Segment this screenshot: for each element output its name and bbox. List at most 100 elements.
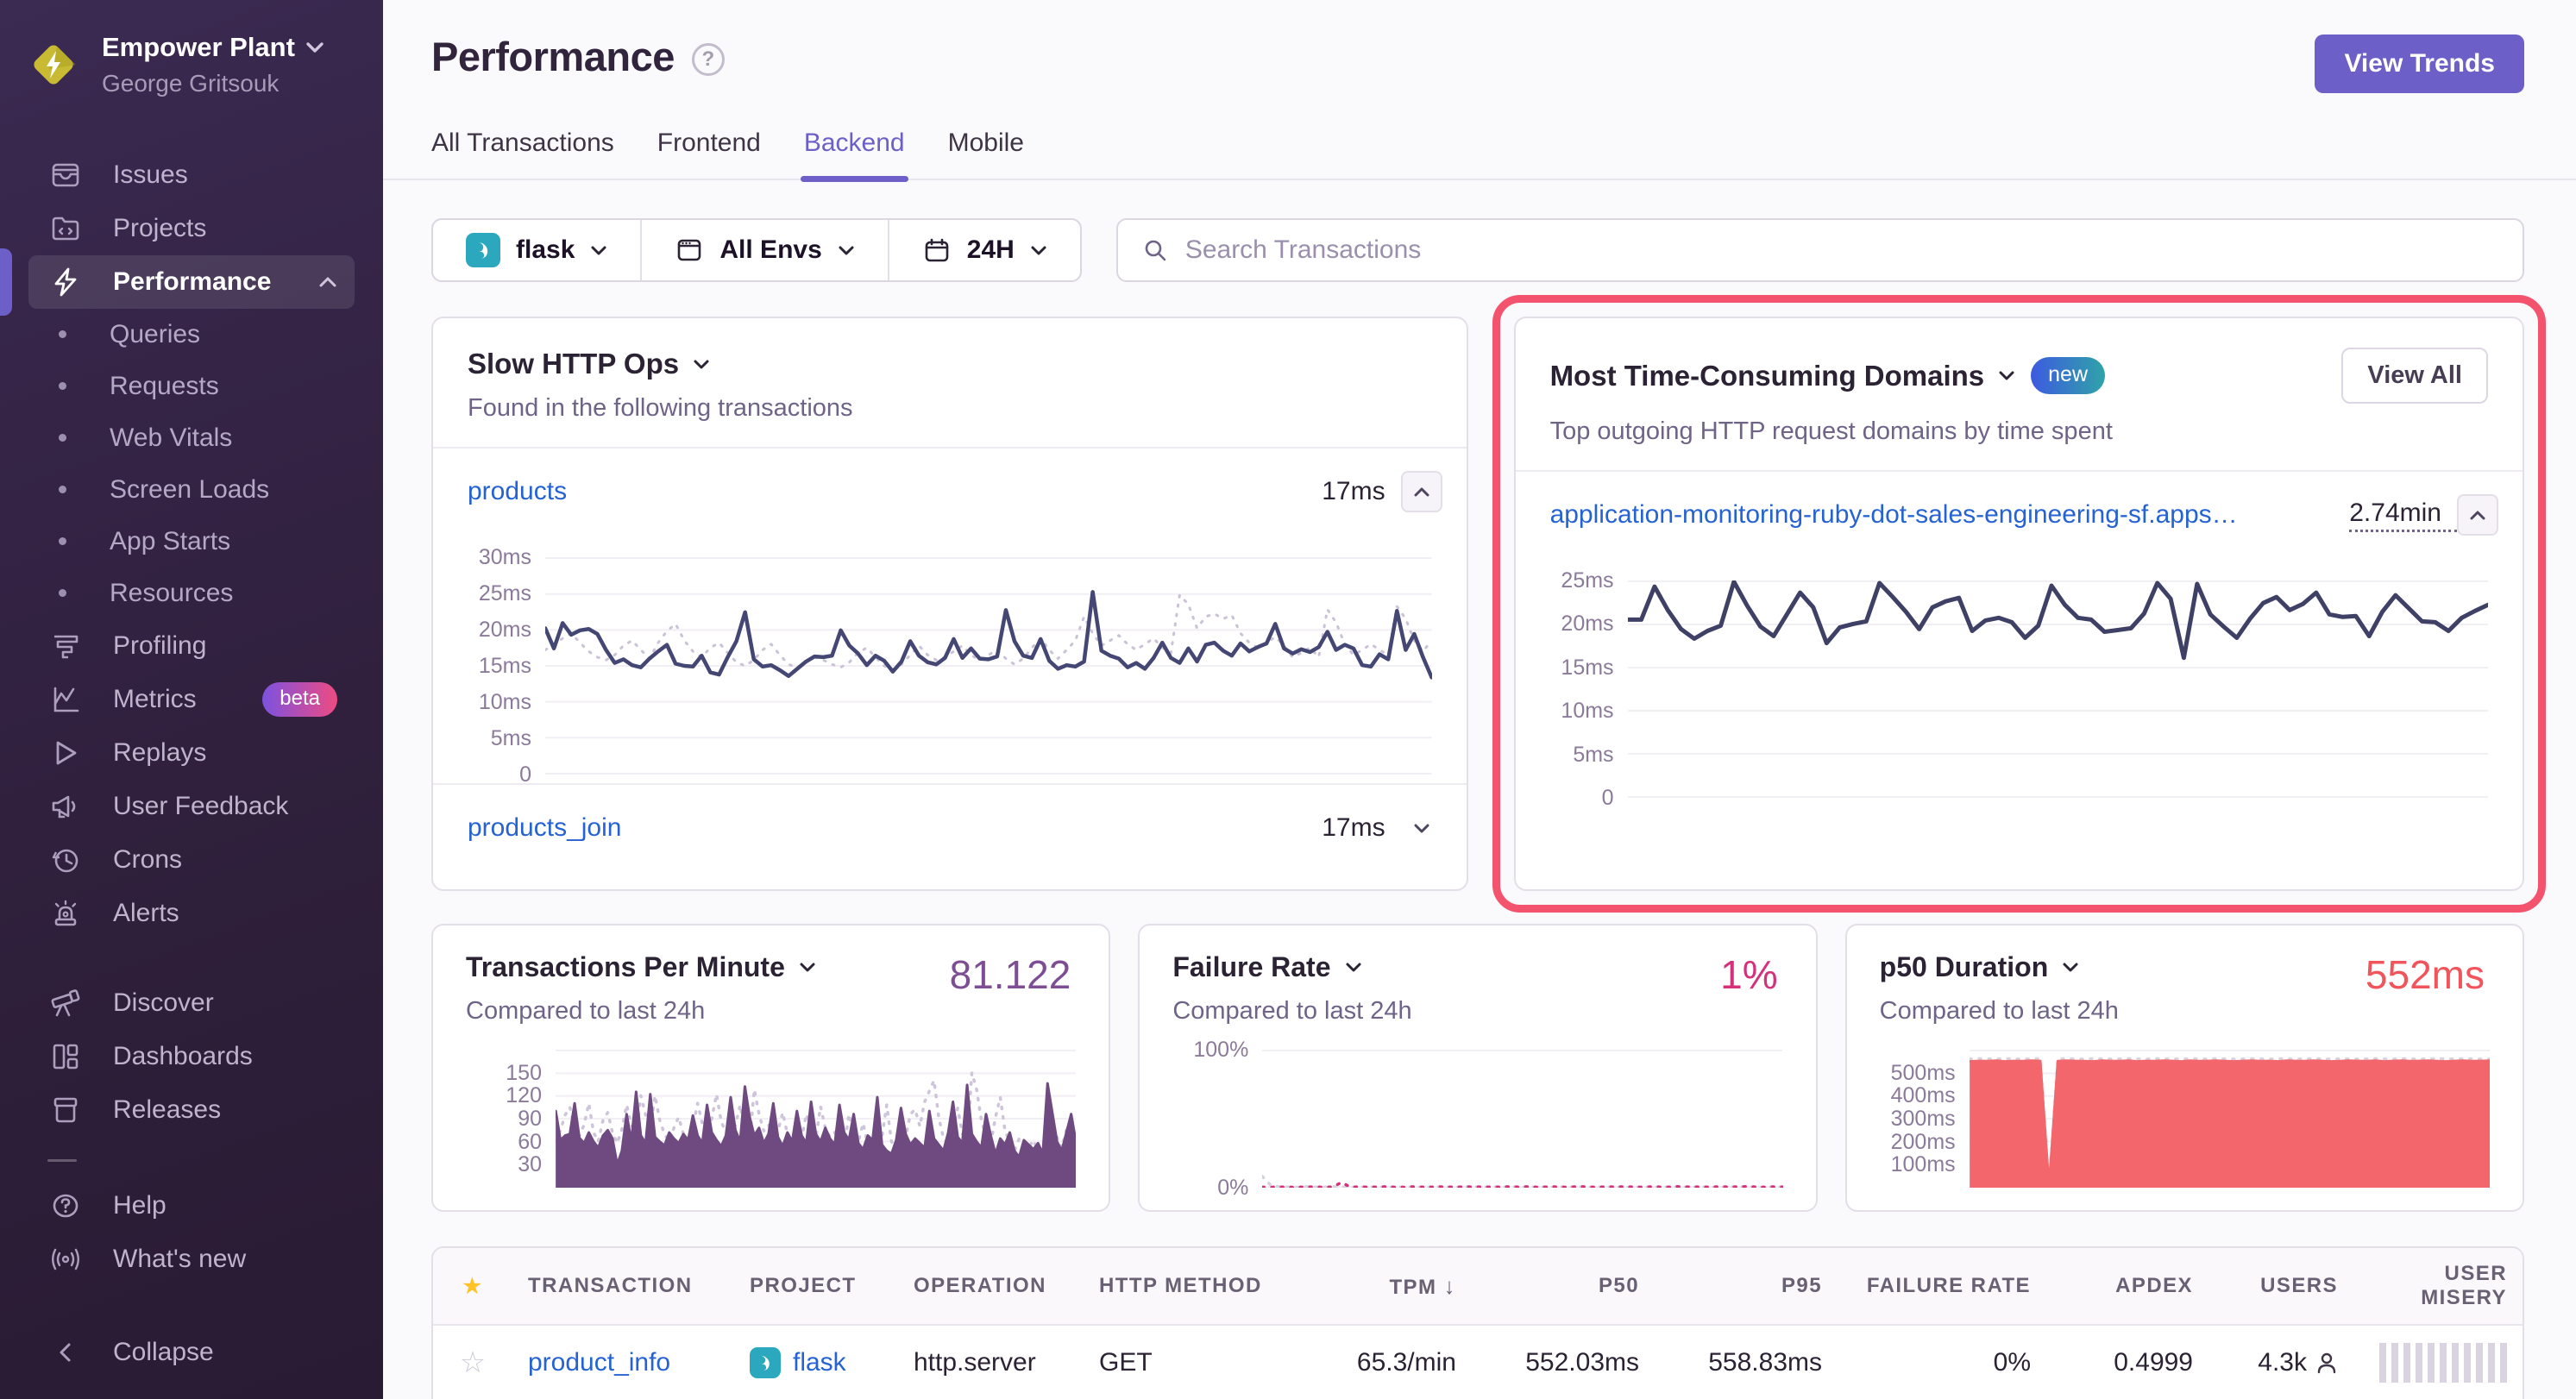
org-switcher[interactable]: Empower Plant George Gritsouk <box>0 0 383 124</box>
sidebar-item-resources[interactable]: Resources <box>28 568 355 619</box>
lightning-icon <box>47 264 84 300</box>
widget-subtitle: Compared to last 24h <box>1880 997 2490 1026</box>
project-filter[interactable]: flask <box>433 220 640 280</box>
tab-backend[interactable]: Backend <box>804 129 905 179</box>
sidebar-item-requests[interactable]: Requests <box>28 361 355 412</box>
col-users[interactable]: USERS <box>2208 1274 2353 1298</box>
page-help-icon[interactable]: ? <box>692 43 725 76</box>
failure-rate-cell: 0% <box>1838 1348 2046 1377</box>
sidebar-item-metrics[interactable]: Metrics beta <box>28 673 355 726</box>
sidebar-item-screen-loads[interactable]: Screen Loads <box>28 464 355 516</box>
y-axis: 100%0% <box>1172 1050 1262 1188</box>
beta-badge: beta <box>262 682 337 717</box>
sidebar-item-label: Performance <box>113 267 271 297</box>
widget-title-text: Transactions Per Minute <box>466 951 785 983</box>
users-cell: 4.3k <box>2208 1348 2353 1377</box>
sidebar-nav: Issues Projects Performance <box>0 124 383 1399</box>
col-transaction[interactable]: TRANSACTION <box>512 1274 734 1298</box>
sidebar-collapse-button[interactable]: Collapse <box>28 1326 355 1379</box>
page-header: Performance ? <box>431 33 2524 80</box>
help-icon <box>47 1188 84 1224</box>
tpm-cell: 65.3/min <box>1286 1348 1472 1377</box>
col-project[interactable]: PROJECT <box>734 1274 898 1298</box>
metrics-icon <box>47 681 84 718</box>
sidebar-item-queries[interactable]: Queries <box>28 309 355 361</box>
sidebar-item-help[interactable]: Help <box>28 1179 355 1233</box>
tpm-value: 81.122 <box>950 951 1071 998</box>
sidebar-item-crons[interactable]: Crons <box>28 833 355 887</box>
expand-chevron-down-button[interactable] <box>1401 807 1442 849</box>
sidebar-item-performance[interactable]: Performance <box>28 255 355 309</box>
sidebar-item-app-starts[interactable]: App Starts <box>28 516 355 568</box>
bullet-icon <box>59 382 66 390</box>
broadcast-icon <box>47 1241 84 1277</box>
tab-bar: All Transactions Frontend Backend Mobile <box>383 129 2576 180</box>
search-input[interactable] <box>1185 235 2498 265</box>
sidebar-item-label: Alerts <box>113 899 179 928</box>
view-trends-button[interactable]: View Trends <box>2315 35 2524 93</box>
sidebar-item-whats-new[interactable]: What's new <box>28 1233 355 1286</box>
bullet-icon <box>59 589 66 597</box>
filter-bar: flask All Envs <box>431 218 2524 282</box>
sidebar-item-label: Collapse <box>113 1338 214 1367</box>
date-range-filter[interactable]: 24H <box>888 220 1080 280</box>
y-axis: 25ms20ms15ms10ms5ms0 <box>1526 580 1628 798</box>
search-bar[interactable] <box>1116 218 2524 282</box>
sidebar-item-discover[interactable]: Discover <box>28 976 355 1030</box>
sidebar-item-profiling[interactable]: Profiling <box>28 619 355 673</box>
transaction-link[interactable]: products <box>468 477 567 506</box>
transactions-table: ★ TRANSACTION PROJECT OPERATION HTTP MET… <box>431 1246 2524 1399</box>
col-failure-rate[interactable]: FAILURE RATE <box>1838 1274 2046 1298</box>
siren-icon <box>47 895 84 932</box>
sidebar-item-replays[interactable]: Replays <box>28 726 355 780</box>
chevron-down-icon <box>1030 245 1047 256</box>
environment-filter[interactable]: All Envs <box>640 220 887 280</box>
sidebar-item-user-feedback[interactable]: User Feedback <box>28 780 355 833</box>
starred-column-icon[interactable]: ★ <box>433 1274 512 1299</box>
sidebar-item-label: Web Vitals <box>110 423 232 453</box>
col-p95[interactable]: P95 <box>1655 1274 1838 1298</box>
col-user-misery[interactable]: USER MISERY <box>2353 1262 2523 1310</box>
domain-time-spent[interactable]: 2.74min <box>2349 499 2457 532</box>
sidebar-item-dashboards[interactable]: Dashboards <box>28 1030 355 1083</box>
chevron-down-icon <box>305 41 324 53</box>
user-icon <box>2315 1351 2338 1375</box>
tab-mobile[interactable]: Mobile <box>948 129 1024 179</box>
failure-rate-dropdown[interactable]: Failure Rate <box>1172 951 1782 983</box>
p50-duration-widget: p50 Duration 552ms Compared to last 24h … <box>1845 924 2524 1212</box>
environment-filter-value: All Envs <box>719 235 821 265</box>
col-apdex[interactable]: APDEX <box>2046 1274 2208 1298</box>
transaction-duration: 17ms <box>1322 477 1400 506</box>
col-operation[interactable]: OPERATION <box>898 1274 1084 1298</box>
line-chart-plot <box>545 557 1432 775</box>
tpm-chart: 150120906030 <box>466 1050 1076 1188</box>
slow-http-chart: 30ms25ms20ms15ms10ms5ms0 <box>433 535 1467 783</box>
sidebar-item-alerts[interactable]: Alerts <box>28 887 355 940</box>
sidebar-item-projects[interactable]: Projects <box>28 202 355 255</box>
sidebar-divider <box>47 1159 77 1162</box>
tab-frontend[interactable]: Frontend <box>657 129 761 179</box>
sidebar-item-releases[interactable]: Releases <box>28 1083 355 1137</box>
domain-link[interactable]: application-monitoring-ruby-dot-sales-en… <box>1550 500 2252 530</box>
collapse-chevron-up-button[interactable] <box>1401 471 1442 512</box>
transaction-link[interactable]: product_info <box>512 1348 734 1377</box>
col-http-method[interactable]: HTTP METHOD <box>1084 1274 1286 1298</box>
sidebar-item-web-vitals[interactable]: Web Vitals <box>28 412 355 464</box>
project-cell[interactable]: flask <box>734 1347 898 1378</box>
domains-dropdown[interactable]: Most Time-Consuming Domains <box>1550 360 2016 392</box>
tab-all-transactions[interactable]: All Transactions <box>431 129 614 179</box>
star-toggle[interactable]: ☆ <box>433 1346 512 1380</box>
col-tpm[interactable]: TPM ↓ <box>1286 1273 1472 1300</box>
view-all-button[interactable]: View All <box>2341 348 2488 404</box>
slow-http-ops-dropdown[interactable]: Slow HTTP Ops <box>468 348 710 380</box>
sidebar-item-issues[interactable]: Issues <box>28 148 355 202</box>
table-row: ☆ product_info flask http.server GET 65.… <box>433 1326 2523 1399</box>
line-chart-plot <box>1628 580 2488 798</box>
domains-chart: 25ms20ms15ms10ms5ms0 <box>1516 558 2523 806</box>
transaction-row-products: products 17ms <box>433 449 1467 535</box>
transaction-link[interactable]: products_join <box>468 813 621 843</box>
bullet-icon <box>59 486 66 493</box>
col-p50[interactable]: P50 <box>1472 1274 1655 1298</box>
org-name: Empower Plant <box>102 31 295 65</box>
collapse-chevron-up-button[interactable] <box>2457 494 2498 536</box>
